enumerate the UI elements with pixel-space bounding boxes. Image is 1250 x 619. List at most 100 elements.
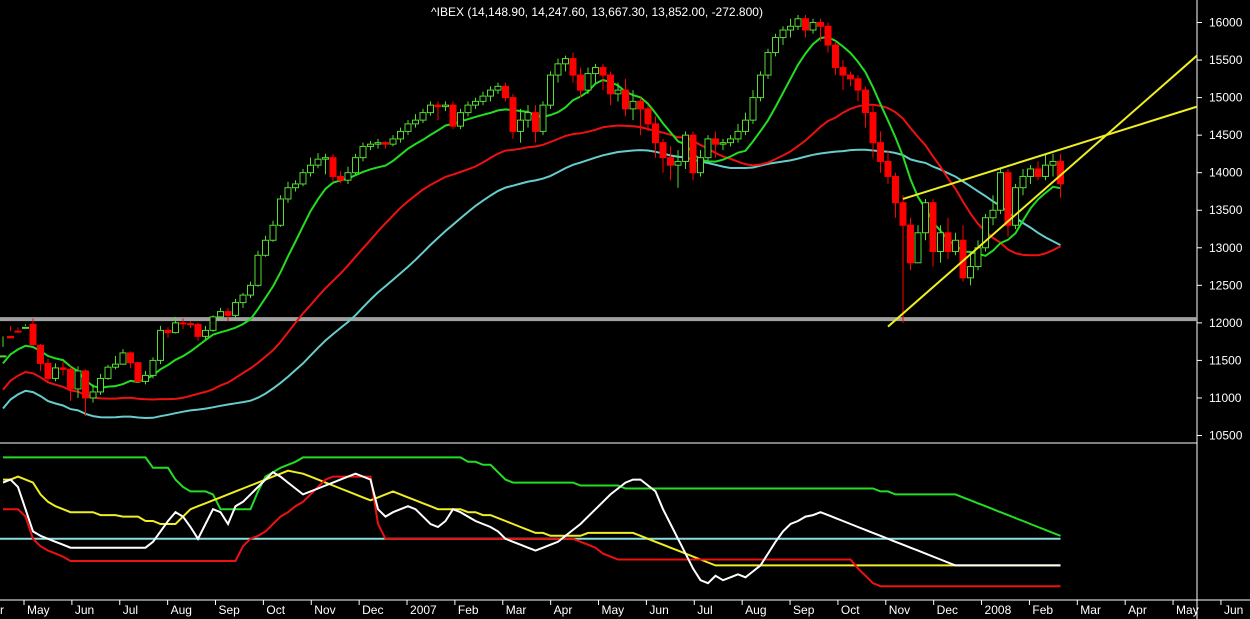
x-tick-label: Aug <box>745 603 766 617</box>
x-tick-label: Feb <box>458 603 479 617</box>
candle-body <box>1034 168 1042 177</box>
candle-body <box>104 366 112 379</box>
x-tick-label: Jun <box>649 603 668 617</box>
candle-body <box>629 100 637 110</box>
y-tick-label: 12500 <box>1209 278 1243 292</box>
candle-body <box>164 329 172 334</box>
y-tick-label: 12000 <box>1209 316 1243 330</box>
candle-body <box>682 134 689 162</box>
chart-title: ^IBEX (14,148.90, 14,247.60, 13,667.30, … <box>431 5 763 19</box>
candle-body <box>592 67 599 75</box>
y-tick-label: 10500 <box>1209 428 1243 442</box>
candle-body <box>832 44 839 69</box>
candle-body <box>277 198 284 226</box>
candle-body <box>697 157 704 174</box>
oscillator-yellow-line <box>3 469 1061 567</box>
x-tick-label: Feb <box>1032 603 1053 617</box>
x-tick-label: 2008 <box>985 603 1012 617</box>
y-tick-label: 11000 <box>1209 391 1242 405</box>
candle-body <box>142 374 149 382</box>
x-tick-label: Jun <box>1224 603 1243 617</box>
candle-body <box>569 58 577 76</box>
candle-body <box>1019 175 1027 189</box>
candle-body <box>734 130 742 140</box>
candle-body <box>652 123 659 144</box>
x-tick-label: May <box>1176 603 1199 617</box>
candle-body <box>329 157 337 177</box>
candle-body <box>322 157 329 160</box>
candle-body <box>644 108 652 125</box>
candle-body <box>877 142 884 162</box>
candle-body <box>922 202 929 234</box>
candle-body <box>524 112 532 121</box>
candle-body <box>247 284 254 296</box>
candle-body <box>262 239 269 256</box>
candle-body <box>757 74 764 99</box>
candle-body <box>712 138 719 145</box>
candle-body <box>914 232 922 264</box>
candle-body <box>389 138 397 145</box>
x-tick-label: Nov <box>889 603 910 617</box>
x-tick-label: Mar <box>506 603 527 617</box>
x-tick-label: r <box>0 603 4 617</box>
x-tick-label: Apr <box>1128 603 1147 617</box>
candle-body <box>284 187 292 200</box>
candle-body <box>997 172 1004 211</box>
candle-body <box>367 143 374 147</box>
candle-body <box>14 330 22 333</box>
candle-body <box>194 323 202 337</box>
candle-body <box>74 370 82 390</box>
candle-body <box>404 123 412 132</box>
candle-body <box>269 224 277 241</box>
candle-body <box>0 355 7 358</box>
candle-body <box>44 362 52 379</box>
candle-body <box>847 74 854 80</box>
candle-body <box>374 142 382 145</box>
y-tick-label: 15500 <box>1209 53 1243 67</box>
candle-body <box>209 316 217 331</box>
candle-body <box>929 202 937 253</box>
candle-body <box>7 335 14 339</box>
candle-body <box>67 368 74 390</box>
trendline-rising <box>887 54 1198 328</box>
candle-body <box>202 329 209 337</box>
candle-body <box>434 104 442 108</box>
candle-body <box>419 112 427 121</box>
candle-body <box>659 142 667 159</box>
x-tick-label: Jul <box>123 603 138 617</box>
candle-body <box>622 89 629 110</box>
y-tick-label: 14500 <box>1209 128 1243 142</box>
candle-body <box>397 130 404 140</box>
candle-body <box>772 37 779 54</box>
candle-body <box>494 85 502 91</box>
candle-body <box>824 25 832 46</box>
candles-group <box>0 15 1064 416</box>
candle-body <box>187 323 194 326</box>
candle-body <box>82 370 89 399</box>
candle-body <box>449 104 457 127</box>
candle-body <box>532 112 539 132</box>
y-tick-label: 13000 <box>1209 241 1243 255</box>
candle-body <box>97 377 104 393</box>
candle-body <box>539 104 547 132</box>
candle-body <box>37 344 44 364</box>
candle-body <box>457 112 464 127</box>
candle-body <box>554 63 562 76</box>
candle-body <box>89 391 97 399</box>
candle-body <box>1004 172 1012 226</box>
candle-body <box>254 254 262 286</box>
candle-body <box>607 74 614 95</box>
candle-body <box>794 18 802 27</box>
candle-body <box>412 119 419 125</box>
x-tick-label: Dec <box>937 603 958 617</box>
oscillator-white-line <box>2 470 1061 585</box>
candle-body <box>487 89 494 97</box>
candle-body <box>509 97 517 132</box>
candle-body <box>937 232 944 253</box>
candle-body <box>704 138 712 159</box>
candle-body <box>59 367 67 370</box>
candle-body <box>674 160 682 166</box>
candle-body <box>344 172 352 181</box>
candle-body <box>517 119 524 132</box>
candle-body <box>172 322 179 334</box>
